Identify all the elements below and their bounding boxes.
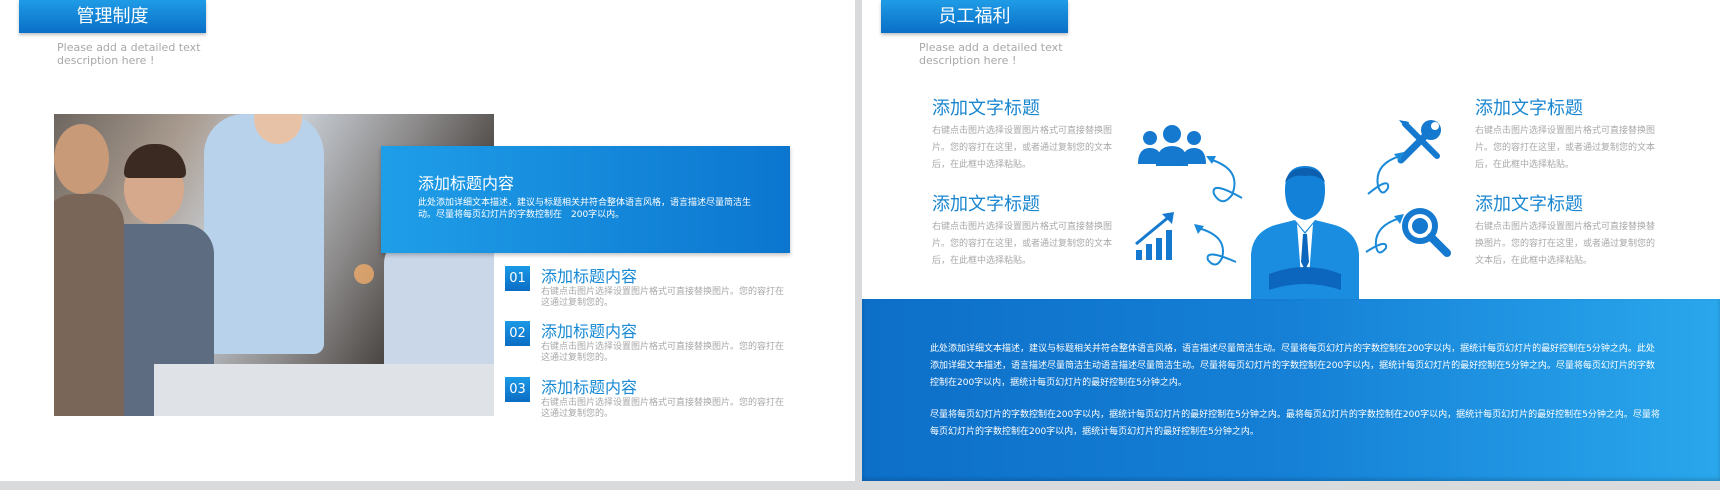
item-desc: 右键点击图片选择设置图片格式可直接替换图片。您的容打在这通过复制您的。 (541, 398, 785, 419)
item-number-badge: 02 (505, 321, 530, 346)
arrow-icon (1365, 214, 1404, 254)
item-title: 添加标题内容 (541, 378, 638, 397)
band-paragraph-2: 尽量将每页幻灯片的字数控制在200字以内，据统计每页幻灯片的最好控制在5分钟之内… (930, 410, 1660, 437)
band-paragraph-1: 此处添加详细文本描述，建议与标题相关并符合整体语言风格，语言描述尽量简洁生动。尽… (930, 344, 1655, 388)
callout-title: 添加标题内容 (418, 174, 515, 193)
item-desc: 右键点击图片选择设置图片格式可直接替换图片。您的容打在这通过复制您的。 (541, 342, 785, 363)
slide-management-system: 管理制度 Please add a detailed text descript… (0, 0, 855, 481)
list-item: 01 添加标题内容 右键点击图片选择设置图片格式可直接替换图片。您的容打在这通过… (505, 266, 795, 318)
feature-desc: 右键点击图片选择设置图片格式可直接替换图片。您的容打在这里，或者通过复制您的文本… (932, 126, 1113, 170)
feature-title: 添加文字标题 (1475, 194, 1583, 215)
slide-subtitle: Please add a detailed text description h… (919, 41, 1063, 67)
callout-box: 添加标题内容 此处添加详细文本描述，建议与标题相关并符合整体语言风格，语言描述尽… (381, 146, 790, 253)
item-number-badge: 03 (505, 377, 530, 402)
item-desc: 右键点击图片选择设置图片格式可直接替换图片。您的容打在这通过复制您的。 (541, 287, 785, 308)
growth-chart-icon (1135, 212, 1174, 260)
item-title: 添加标题内容 (541, 322, 638, 341)
list-item: 03 添加标题内容 右键点击图片选择设置图片格式可直接替换图片。您的容打在这通过… (505, 377, 795, 429)
description-band: 此处添加详细文本描述，建议与标题相关并符合整体语言风格，语言描述尽量简洁生动。尽… (862, 299, 1720, 481)
slide-employee-benefits: 员工福利 Please add a detailed text descript… (862, 0, 1720, 481)
callout-desc: 此处添加详细文本描述，建议与标题相关并符合整体语言风格，语言描述尽量简洁生动。尽… (418, 198, 752, 220)
feature-desc: 右键点击图片选择设置图片格式可直接替换替换图片。您的容打在这里，或者通过复制您的… (1475, 222, 1656, 266)
feature-title: 添加文字标题 (1475, 98, 1583, 119)
search-icon (1402, 208, 1451, 257)
arrow-icon (1194, 224, 1237, 266)
item-number-badge: 01 (505, 266, 530, 291)
feature-title: 添加文字标题 (932, 194, 1040, 215)
arrow-icon (1367, 152, 1404, 195)
list-item: 02 添加标题内容 右键点击图片选择设置图片格式可直接替换图片。您的容打在这通过… (505, 321, 795, 373)
feature-title: 添加文字标题 (932, 98, 1040, 119)
feature-desc: 右键点击图片选择设置图片格式可直接替换图片。您的容打在这里，或者通过复制您的文本… (1475, 126, 1656, 170)
businessman-icon (1251, 166, 1359, 302)
team-icon (1138, 125, 1206, 166)
slide-title-tab: 员工福利 (881, 0, 1068, 33)
item-title: 添加标题内容 (541, 267, 638, 286)
arrow-icon (1206, 156, 1243, 203)
slide-title-tab: 管理制度 (19, 0, 206, 33)
slide-subtitle: Please add a detailed text description h… (57, 41, 201, 67)
feature-desc: 右键点击图片选择设置图片格式可直接替换图片。您的容打在这里，或者通过复制您的文本… (932, 222, 1113, 266)
